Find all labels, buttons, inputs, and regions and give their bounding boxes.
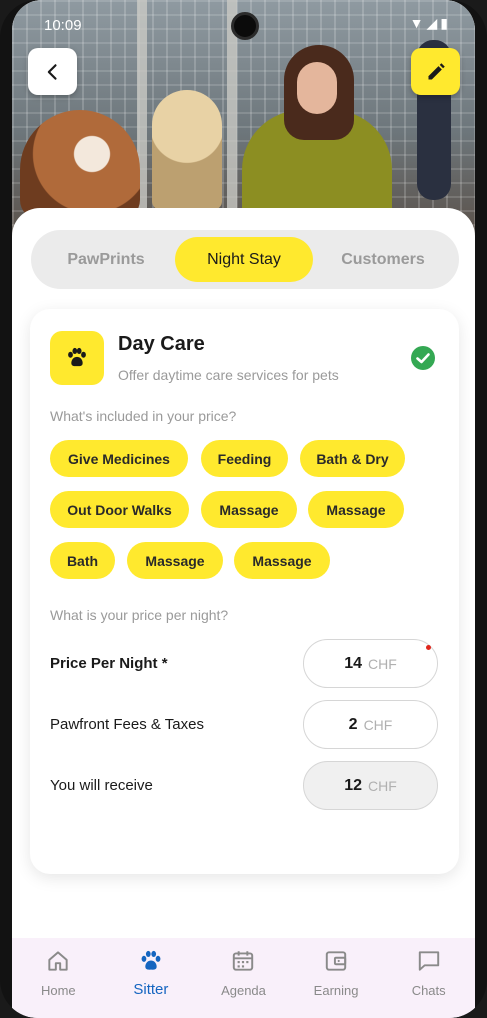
check-circle-icon[interactable] bbox=[410, 345, 436, 371]
tab-bar: PawPrints Night Stay Customers bbox=[31, 230, 459, 289]
chevron-left-icon bbox=[47, 63, 57, 80]
price-per-night-value: 14 bbox=[344, 654, 362, 672]
back-button[interactable] bbox=[28, 48, 77, 95]
paw-icon bbox=[68, 347, 86, 367]
service-subtitle: Offer daytime care services for pets bbox=[118, 367, 339, 383]
battery-icon: ▮ bbox=[440, 15, 451, 31]
chip-out-door-walks[interactable]: Out Door Walks bbox=[50, 491, 189, 528]
front-camera bbox=[231, 12, 259, 40]
status-time: 10:09 bbox=[44, 17, 82, 34]
chip-massage[interactable]: Massage bbox=[308, 491, 404, 528]
calendar-icon bbox=[233, 951, 254, 971]
paw-icon bbox=[141, 950, 161, 970]
chip-massage[interactable]: Massage bbox=[234, 542, 330, 579]
receive-field: 12 CHF bbox=[303, 761, 438, 810]
content-sheet: PawPrints Night Stay Customers Day Care … bbox=[12, 208, 475, 938]
pencil-icon bbox=[428, 62, 445, 79]
wallet-icon bbox=[325, 951, 347, 971]
chip-bath[interactable]: Bath bbox=[50, 542, 115, 579]
app-screen: 10:09 ▼◢▮ PawPrints Night Stay Customers… bbox=[12, 0, 475, 1018]
chip-bath-dry[interactable]: Bath & Dry bbox=[300, 440, 405, 477]
nav-chats[interactable]: Chats bbox=[382, 938, 475, 1018]
status-icons: ▼◢▮ bbox=[410, 15, 451, 32]
nav-sitter[interactable]: Sitter bbox=[105, 938, 198, 1018]
bottom-navigation: Home Sitter Agenda Earning Chats bbox=[12, 938, 475, 1018]
service-card: Day Care Offer daytime care services for… bbox=[30, 309, 459, 874]
home-icon bbox=[48, 951, 68, 971]
service-icon bbox=[50, 331, 104, 385]
hero-photo: 10:09 ▼◢▮ bbox=[12, 0, 475, 240]
tab-pawprints[interactable]: PawPrints bbox=[39, 237, 173, 282]
service-title: Day Care bbox=[118, 333, 205, 355]
fees-value: 2 bbox=[348, 715, 358, 733]
dog-photo-shape bbox=[20, 110, 140, 220]
price-per-night-label: Price Per Night * bbox=[50, 655, 168, 672]
required-indicator bbox=[426, 645, 431, 650]
receive-label: You will receive bbox=[50, 777, 153, 794]
currency-unit: CHF bbox=[368, 777, 397, 794]
chip-massage[interactable]: Massage bbox=[127, 542, 223, 579]
nav-home[interactable]: Home bbox=[12, 938, 105, 1018]
chat-icon bbox=[418, 951, 439, 971]
chip-give-medicines[interactable]: Give Medicines bbox=[50, 440, 188, 477]
nav-earning[interactable]: Earning bbox=[290, 938, 383, 1018]
signal-icon: ◢ bbox=[426, 15, 441, 31]
chip-massage[interactable]: Massage bbox=[201, 491, 297, 528]
included-question: What's included in your price? bbox=[50, 408, 237, 424]
currency-unit: CHF bbox=[363, 716, 393, 733]
phone-frame: 10:09 ▼◢▮ PawPrints Night Stay Customers… bbox=[0, 0, 487, 1018]
tab-customers[interactable]: Customers bbox=[315, 237, 451, 282]
fees-label: Pawfront Fees & Taxes bbox=[50, 716, 204, 733]
fees-field: 2 CHF bbox=[303, 700, 438, 749]
price-per-night-input[interactable]: 14 CHF bbox=[303, 639, 438, 688]
chip-feeding[interactable]: Feeding bbox=[201, 440, 288, 477]
dog-photo-shape bbox=[152, 90, 222, 210]
receive-value: 12 bbox=[344, 776, 362, 794]
price-question: What is your price per night? bbox=[50, 607, 229, 623]
currency-unit: CHF bbox=[368, 655, 397, 672]
wifi-icon: ▼ bbox=[409, 15, 427, 31]
edit-button[interactable] bbox=[411, 48, 460, 95]
tab-night-stay[interactable]: Night Stay bbox=[175, 237, 313, 282]
nav-agenda[interactable]: Agenda bbox=[197, 938, 290, 1018]
